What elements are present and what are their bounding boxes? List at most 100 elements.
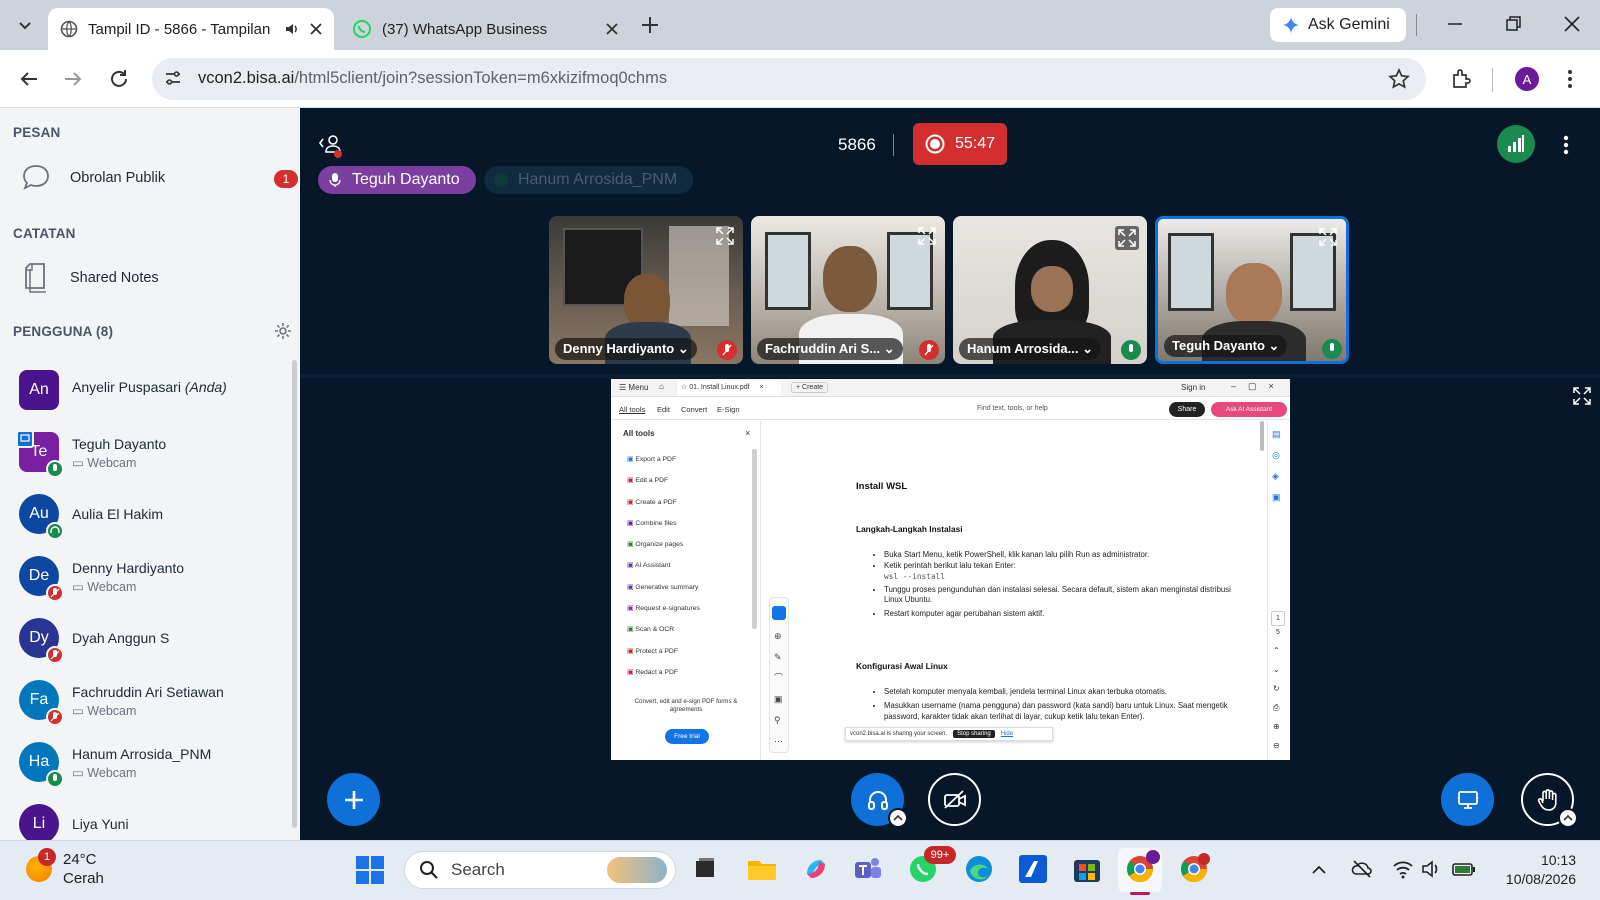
pdf-tool-item[interactable]: ▣ Scan & OCR — [627, 619, 757, 640]
fullscreen-icon[interactable] — [715, 226, 735, 246]
annotation-tool-icons[interactable]: ⊕ ✎ ⌒ ▣ ⚲ ⋯ — [774, 626, 786, 752]
actions-button[interactable] — [327, 773, 380, 826]
toggle-userlist-button[interactable] — [318, 132, 344, 158]
pdf-tool-item[interactable]: ▣ Create a PDF — [627, 492, 757, 513]
tab-whatsapp[interactable]: (37) WhatsApp Business — [340, 8, 630, 50]
azure-data-icon[interactable] — [1016, 852, 1050, 886]
weather-widget[interactable]: 1 24°C Cerah — [22, 848, 132, 892]
shared-notes-item[interactable]: Shared Notes — [0, 256, 300, 302]
fullscreen-icon[interactable] — [1115, 226, 1139, 250]
extensions-button[interactable] — [1450, 67, 1474, 91]
taskbar-search[interactable]: Search — [404, 851, 676, 889]
home-icon[interactable]: ⌂ — [659, 382, 664, 391]
teams-icon[interactable] — [851, 852, 885, 886]
volume-icon[interactable] — [1421, 859, 1443, 879]
pdf-tool-item[interactable]: ▣ Organize pages — [627, 534, 757, 555]
pdf-ask-ai-button[interactable]: Ask AI Assistant — [1211, 402, 1287, 417]
hide-sharing-link[interactable]: Hide — [1001, 731, 1013, 737]
reload-button[interactable] — [108, 68, 130, 90]
video-tile-active-speaker[interactable]: Teguh Dayanto ⌄ — [1155, 216, 1349, 364]
site-info-icon[interactable] — [163, 68, 183, 88]
forward-button[interactable] — [62, 68, 84, 90]
browser-menu-button[interactable] — [1566, 68, 1574, 90]
new-tab-button[interactable] — [640, 15, 660, 35]
user-list-item[interactable]: Li Liya Yuni — [0, 794, 290, 840]
chrome-profile-2-icon[interactable] — [1177, 852, 1211, 886]
talker-indicator-active[interactable]: Teguh Dayanto — [318, 166, 476, 194]
pdf-tool-item[interactable]: ▣ Redact a PDF — [627, 662, 757, 683]
talker-indicator[interactable]: Hanum Arrosida_PNM — [484, 166, 694, 194]
connection-status-button[interactable] — [1497, 125, 1535, 163]
minimize-button[interactable] — [1445, 14, 1465, 34]
pdf-tool-item[interactable]: ▣ Export a PDF — [627, 449, 757, 470]
pdf-toolbar-tab[interactable]: E-Sign — [717, 405, 740, 414]
url-text[interactable]: vcon2.bisa.ai/html5client/join?sessionTo… — [198, 69, 667, 88]
wifi-icon[interactable] — [1392, 859, 1414, 879]
pdf-right-rail-icons[interactable]: ▤ ◎ ◈ ▣ — [1272, 424, 1281, 508]
public-chat-item[interactable]: Obrolan Publik 1 — [0, 156, 300, 202]
user-list-item[interactable]: Au Aulia El Hakim — [0, 484, 290, 542]
pdf-scrollbar[interactable] — [1260, 421, 1264, 451]
user-list-item[interactable]: Dy Dyah Anggun S — [0, 608, 290, 666]
bookmark-button[interactable] — [1388, 68, 1410, 90]
pdf-tools-scrollbar[interactable] — [752, 449, 757, 629]
screenshare-view[interactable]: ☰ Menu ⌂ ☆ 01. Install Linux.pdf × + Cre… — [611, 379, 1290, 760]
pdf-tool-item[interactable]: ▣ Request e-signatures — [627, 598, 757, 619]
user-settings-button[interactable] — [274, 322, 292, 340]
video-tile[interactable]: Hanum Arrosida... ⌄ — [953, 216, 1147, 364]
pdf-toolbar-tab[interactable]: All tools — [619, 405, 645, 414]
pdf-tool-item[interactable]: ▣ AI Assistant — [627, 555, 757, 576]
pdf-create-button[interactable]: + Create — [791, 382, 829, 393]
pdf-window-controls[interactable]: –▢× — [1231, 381, 1286, 392]
onedrive-sync-icon[interactable] — [1351, 858, 1373, 880]
toggle-screenshare-button[interactable] — [1441, 773, 1494, 826]
pdf-tab[interactable]: ☆ 01. Install Linux.pdf × — [677, 380, 781, 396]
pdf-zoom-icons[interactable]: ⌃ ⌄ ↻ ⎙ ⊕ ⊖ — [1273, 641, 1280, 755]
user-list-item[interactable]: Te Teguh Dayanto ▭ Webcam — [0, 422, 290, 480]
copilot-icon[interactable] — [799, 852, 833, 886]
back-button[interactable] — [18, 68, 40, 90]
profile-avatar[interactable]: A — [1515, 67, 1539, 91]
close-tab-icon[interactable] — [606, 23, 618, 35]
start-button[interactable] — [355, 855, 385, 885]
pdf-free-trial-button[interactable]: Free trial — [665, 729, 709, 744]
sidebar-scrollbar[interactable] — [292, 360, 297, 828]
close-tab-icon[interactable] — [310, 23, 322, 35]
pdf-tool-item[interactable]: ▣ Edit a PDF — [627, 470, 757, 491]
task-view-icon[interactable] — [688, 852, 722, 886]
pdf-toolbar-tab[interactable]: Convert — [681, 405, 707, 414]
pdf-tool-item[interactable]: ▣ Combine files — [627, 513, 757, 534]
pdf-tools-close-icon[interactable]: × — [745, 428, 750, 438]
pdf-menu[interactable]: ☰ Menu — [619, 383, 648, 392]
pdf-tool-item[interactable]: ▣ Protect a PDF — [627, 641, 757, 662]
user-list-item[interactable]: De Denny Hardiyanto ▭ Webcam — [0, 546, 290, 604]
pdf-tool-item[interactable]: ▣ Generative summary — [627, 577, 757, 598]
tab-meeting[interactable]: Tampil ID - 5866 - Tampilan — [48, 8, 334, 50]
reactions-chevron[interactable] — [1558, 808, 1578, 828]
fullscreen-icon[interactable] — [917, 226, 937, 246]
meeting-options-button[interactable] — [1562, 134, 1570, 156]
pdf-signin[interactable]: Sign in — [1181, 383, 1205, 392]
video-tile[interactable]: Denny Hardiyanto ⌄ — [549, 216, 743, 364]
speaker-icon[interactable] — [284, 21, 300, 37]
user-list-item[interactable]: Fa Fachruddin Ari Setiawan ▭ Webcam — [0, 670, 290, 728]
cursor-tool-icon[interactable] — [772, 606, 786, 620]
file-explorer-icon[interactable] — [745, 852, 779, 886]
close-window-button[interactable] — [1562, 14, 1582, 34]
pdf-find-field[interactable]: Find text, tools, or help — [977, 405, 1048, 412]
ask-gemini-button[interactable]: Ask Gemini — [1270, 8, 1406, 42]
microsoft-store-icon[interactable] — [1070, 852, 1104, 886]
screenshare-fullscreen-button[interactable] — [1572, 386, 1592, 406]
edge-icon[interactable] — [962, 852, 996, 886]
show-hidden-icons-button[interactable] — [1311, 863, 1327, 875]
user-list-item[interactable]: An Anyelir Puspasari (Anda) — [0, 360, 290, 418]
pdf-page-indicator[interactable]: 1 5 — [1271, 611, 1285, 639]
restore-button[interactable] — [1503, 14, 1523, 34]
user-list-item[interactable]: Ha Hanum Arrosida_PNM ▭ Webcam — [0, 732, 290, 790]
toggle-camera-button[interactable] — [928, 773, 981, 826]
pdf-share-button[interactable]: Share — [1169, 402, 1205, 417]
clock[interactable]: 10:13 10/08/2026 — [1496, 851, 1576, 889]
video-tile[interactable]: Fachruddin Ari S... ⌄ — [751, 216, 945, 364]
pdf-toolbar-tab[interactable]: Edit — [657, 405, 670, 414]
battery-icon[interactable] — [1451, 859, 1477, 879]
